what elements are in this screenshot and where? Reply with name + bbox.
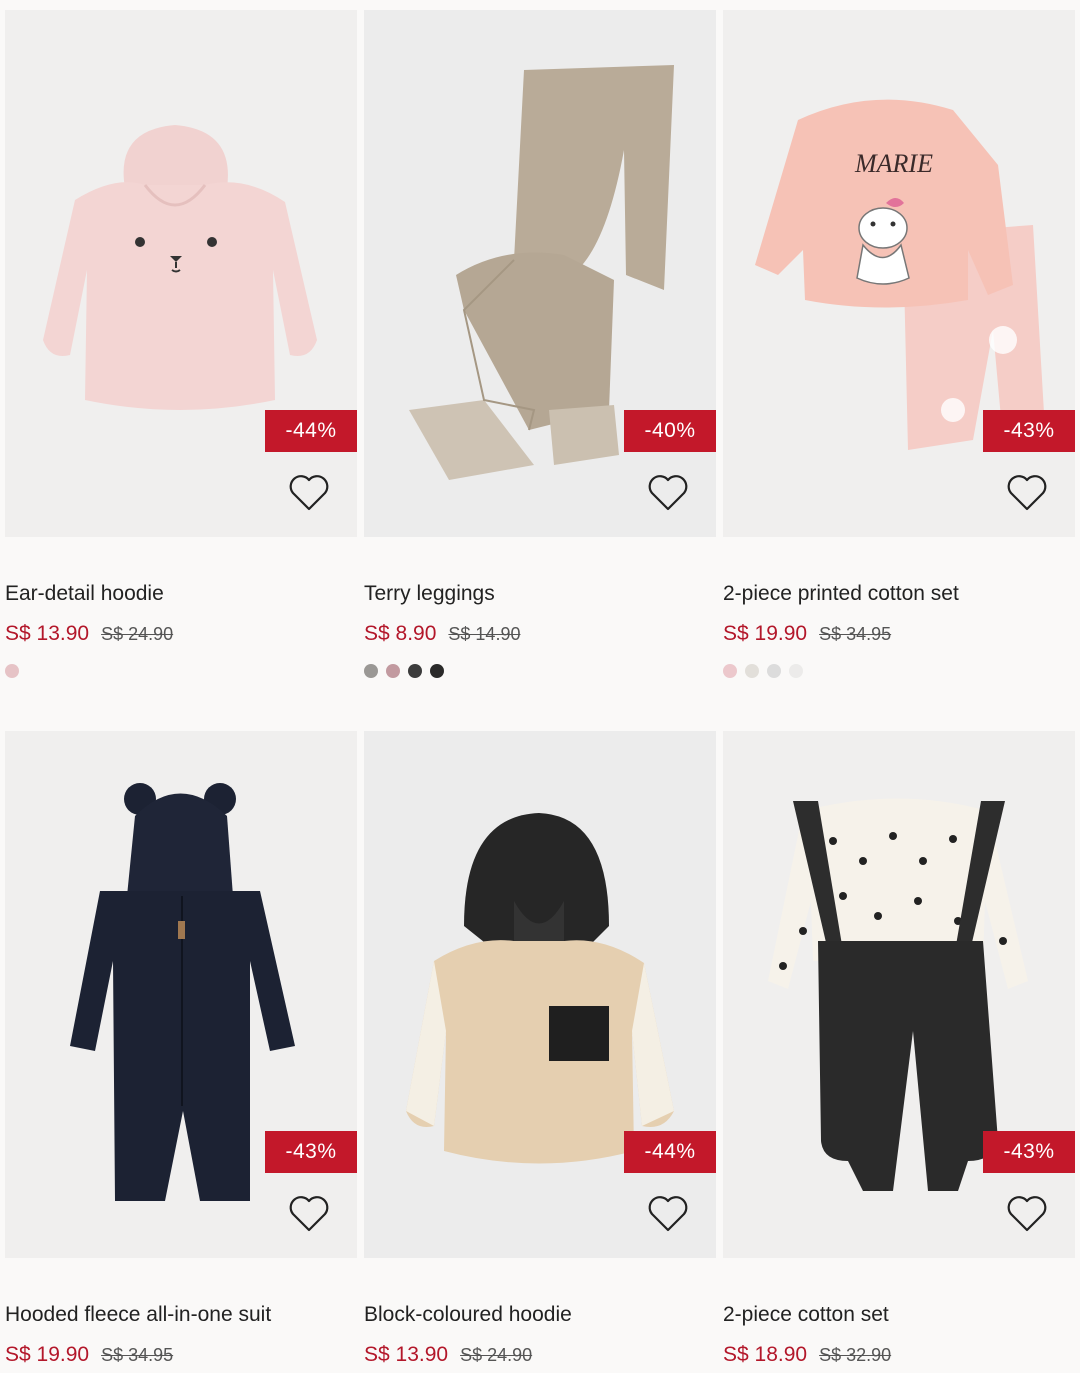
product-title[interactable]: 2-piece cotton set: [723, 1303, 889, 1327]
color-swatch[interactable]: [723, 664, 737, 678]
sale-price: S$ 19.90: [5, 1343, 90, 1366]
product-image[interactable]: -40%: [364, 10, 716, 537]
color-swatches: [364, 664, 444, 678]
heart-outline-icon[interactable]: [644, 468, 692, 516]
discount-badge: -43%: [265, 1131, 357, 1173]
original-price: S$ 24.90: [460, 1345, 533, 1365]
heart-outline-icon[interactable]: [1003, 468, 1051, 516]
product-card[interactable]: -43% 2-piece cotton set S$ 18.90 S$ 32.90: [723, 731, 1075, 1366]
price-row: S$ 13.90 S$ 24.90: [364, 1343, 532, 1367]
color-swatches: [5, 664, 19, 678]
color-swatch[interactable]: [430, 664, 444, 678]
price-row: S$ 18.90 S$ 32.90: [723, 1343, 891, 1367]
discount-badge: -43%: [983, 410, 1075, 452]
product-card[interactable]: -44% Ear-detail hoodie S$ 13.90 S$ 24.90: [5, 10, 357, 678]
color-swatch[interactable]: [767, 664, 781, 678]
product-title[interactable]: 2-piece printed cotton set: [723, 582, 959, 606]
discount-badge: -40%: [624, 410, 716, 452]
product-title[interactable]: Terry leggings: [364, 582, 495, 606]
product-image[interactable]: -43%: [723, 731, 1075, 1258]
sale-price: S$ 8.90: [364, 622, 437, 645]
fleece-suit-image: [5, 731, 357, 1258]
sale-price: S$ 18.90: [723, 1343, 808, 1366]
color-swatches: [723, 664, 803, 678]
heart-outline-icon[interactable]: [285, 468, 333, 516]
original-price: S$ 32.90: [819, 1345, 892, 1365]
product-image[interactable]: MARIE -43%: [723, 10, 1075, 537]
product-card[interactable]: -40% Terry leggings S$ 8.90 S$ 14.90: [364, 10, 716, 678]
product-card[interactable]: -43% Hooded fleece all-in-one suit S$ 19…: [5, 731, 357, 1366]
heart-outline-icon[interactable]: [285, 1189, 333, 1237]
product-title[interactable]: Ear-detail hoodie: [5, 582, 164, 606]
color-swatch[interactable]: [408, 664, 422, 678]
price-row: S$ 19.90 S$ 34.95: [5, 1343, 173, 1367]
color-swatch[interactable]: [789, 664, 803, 678]
discount-badge: -44%: [624, 1131, 716, 1173]
original-price: S$ 34.95: [101, 1345, 174, 1365]
product-image[interactable]: -44%: [364, 731, 716, 1258]
price-row: S$ 8.90 S$ 14.90: [364, 622, 520, 646]
heart-outline-icon[interactable]: [1003, 1189, 1051, 1237]
printed-cotton-set-image: MARIE: [723, 10, 1075, 537]
product-title[interactable]: Block-coloured hoodie: [364, 1303, 572, 1327]
product-title[interactable]: Hooded fleece all-in-one suit: [5, 1303, 271, 1327]
original-price: S$ 34.95: [819, 624, 892, 644]
svg-text:MARIE: MARIE: [854, 149, 933, 178]
product-image[interactable]: -43%: [5, 731, 357, 1258]
sale-price: S$ 19.90: [723, 622, 808, 645]
original-price: S$ 14.90: [448, 624, 521, 644]
heart-outline-icon[interactable]: [644, 1189, 692, 1237]
product-image[interactable]: -44%: [5, 10, 357, 537]
discount-badge: -44%: [265, 410, 357, 452]
sale-price: S$ 13.90: [364, 1343, 449, 1366]
original-price: S$ 24.90: [101, 624, 174, 644]
product-card[interactable]: -44% Block-coloured hoodie S$ 13.90 S$ 24…: [364, 731, 716, 1366]
product-grid: -44% Ear-detail hoodie S$ 13.90 S$ 24.90 …: [0, 0, 1080, 1373]
color-swatch[interactable]: [364, 664, 378, 678]
color-swatch[interactable]: [745, 664, 759, 678]
color-swatch[interactable]: [386, 664, 400, 678]
beige-leggings-image: [364, 10, 716, 537]
pink-hoodie-image: [5, 10, 357, 537]
sale-price: S$ 13.90: [5, 622, 90, 645]
cotton-set-image: [723, 731, 1075, 1258]
product-card[interactable]: MARIE -43% 2-piece printed cotton set S$…: [723, 10, 1075, 678]
block-hoodie-image: [364, 731, 716, 1258]
discount-badge: -43%: [983, 1131, 1075, 1173]
price-row: S$ 19.90 S$ 34.95: [723, 622, 891, 646]
color-swatch[interactable]: [5, 664, 19, 678]
price-row: S$ 13.90 S$ 24.90: [5, 622, 173, 646]
